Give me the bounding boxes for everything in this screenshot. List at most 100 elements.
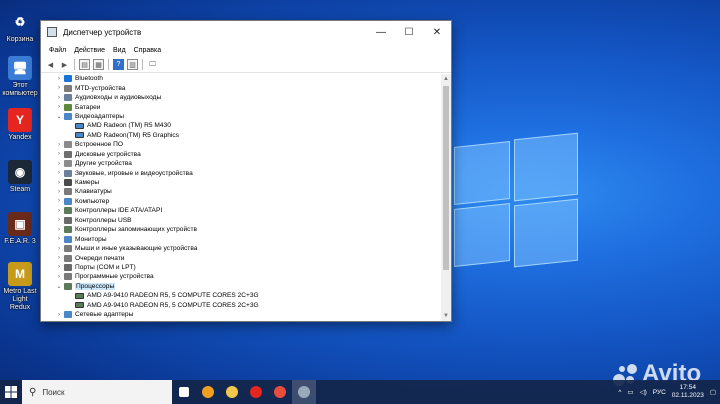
tree-category[interactable]: › Мониторы [41, 234, 443, 243]
disk-icon [64, 150, 72, 158]
search-box[interactable]: ⚲ Поиск [22, 380, 172, 404]
tree-category[interactable]: › Камеры [41, 178, 443, 187]
taskbar-app[interactable] [220, 380, 244, 404]
network-icon[interactable]: ▭ [627, 388, 633, 396]
tree-category[interactable]: › Порты (COM и LPT) [41, 263, 443, 272]
expand-icon[interactable]: › [56, 255, 62, 261]
expand-icon[interactable]: › [56, 104, 62, 110]
tree-category[interactable]: › MTD-устройства [41, 83, 443, 92]
tree-category[interactable]: › Дисковые устройства [41, 150, 443, 159]
taskbar-app[interactable] [292, 380, 316, 404]
volume-icon[interactable]: ◁) [640, 388, 647, 396]
menu-action[interactable]: Действие [70, 47, 109, 54]
processor-icon [75, 302, 84, 309]
menu-help[interactable]: Справка [130, 47, 165, 54]
tree-category[interactable]: › Клавиатуры [41, 187, 443, 196]
processor-icon [64, 282, 72, 290]
expand-icon[interactable]: › [56, 189, 62, 195]
taskbar: ⚲ Поиск ^ ▭ ◁) РУС 17:54 02.11.2023 ▢ [0, 380, 720, 404]
collapse-icon[interactable]: ⌄ [56, 283, 62, 290]
tree-category[interactable]: › Контроллеры USB [41, 216, 443, 225]
expand-icon[interactable]: › [56, 180, 62, 186]
expand-icon[interactable]: › [56, 151, 62, 157]
minimize-button[interactable]: — [367, 21, 395, 43]
tree-category[interactable]: ⌄ Процессоры [41, 282, 443, 291]
tree-category[interactable]: › Другие устройства [41, 159, 443, 168]
title-bar[interactable]: Диспетчер устройств — ☐ ✕ [41, 21, 451, 43]
expand-icon[interactable]: › [56, 217, 62, 223]
expand-icon[interactable]: › [56, 227, 62, 233]
taskbar-app[interactable] [244, 380, 268, 404]
tree-category[interactable]: › Программные устройства [41, 272, 443, 281]
expand-icon[interactable]: › [56, 274, 62, 280]
desktop-icon-1[interactable]: ♻ Корзина [2, 10, 38, 44]
other-devices-icon [64, 160, 72, 168]
expand-icon[interactable]: › [56, 142, 62, 148]
expand-icon[interactable]: › [56, 85, 62, 91]
menu-file[interactable]: Файл [45, 47, 70, 54]
scan-hardware-icon[interactable]: 🖵 [147, 59, 158, 70]
expand-icon[interactable]: › [56, 208, 62, 214]
tree-category[interactable]: › Аудиовходы и аудиовыходы [41, 93, 443, 102]
back-icon[interactable]: ◀ [45, 59, 56, 70]
scroll-up-icon[interactable]: ▲ [441, 74, 451, 84]
tree-category[interactable]: › Батареи [41, 102, 443, 111]
tree-device[interactable]: AMD A9-9410 RADEON R5, 5 COMPUTE CORES 2… [41, 291, 443, 300]
tray-chevron-icon[interactable]: ^ [618, 389, 621, 396]
scroll-thumb[interactable] [443, 86, 449, 270]
desktop-icon-5[interactable]: ▣ F.E.A.R. 3 [2, 212, 38, 246]
expand-icon[interactable]: › [56, 246, 62, 252]
collapse-icon[interactable]: ⌄ [56, 113, 62, 120]
expand-icon[interactable]: › [56, 76, 62, 82]
show-hide-tree-icon[interactable]: ▤ [79, 59, 90, 70]
notifications-icon[interactable]: ▢ [710, 388, 716, 396]
expand-icon[interactable]: › [56, 312, 62, 318]
scroll-down-icon[interactable]: ▼ [441, 311, 451, 321]
file-explorer-icon [226, 386, 238, 398]
maximize-button[interactable]: ☐ [395, 21, 423, 43]
desktop-icon-3[interactable]: Y Yandex [2, 108, 38, 142]
tree-category[interactable]: › Звуковые, игровые и видеоустройства [41, 168, 443, 177]
tree-category[interactable]: › Сетевые адаптеры [41, 310, 443, 319]
menu-view[interactable]: Вид [109, 47, 130, 54]
tree-category[interactable]: › Bluetooth [41, 74, 443, 83]
expand-icon[interactable]: › [56, 264, 62, 270]
tree-device[interactable]: AMD Radeon (TM) R5 M430 [41, 121, 443, 130]
taskbar-app[interactable] [196, 380, 220, 404]
tree-category[interactable]: › Компьютер [41, 197, 443, 206]
window-title: Диспетчер устройств [63, 27, 142, 37]
properties-icon[interactable]: ▦ [93, 59, 104, 70]
tree-category[interactable]: › Мыши и иные указывающие устройства [41, 244, 443, 253]
taskbar-app[interactable] [172, 380, 196, 404]
clock[interactable]: 17:54 02.11.2023 [672, 384, 704, 400]
tree-category-label: Камеры [75, 179, 100, 187]
device-manager-window[interactable]: Диспетчер устройств — ☐ ✕ Файл Действие … [40, 20, 452, 322]
tree-device[interactable]: AMD Radeon(TM) R5 Graphics [41, 131, 443, 140]
tree-category[interactable]: ⌄ Видеоадаптеры [41, 112, 443, 121]
tree-category[interactable]: › Очереди печати [41, 253, 443, 262]
expand-icon[interactable]: › [56, 95, 62, 101]
language-indicator[interactable]: РУС [653, 389, 666, 396]
desktop-icon-4[interactable]: ◉ Steam [2, 160, 38, 194]
forward-icon[interactable]: ▶ [59, 59, 70, 70]
metro-game-icon: M [8, 262, 32, 286]
tree-category[interactable]: › Встроенное ПО [41, 140, 443, 149]
tree-device-label: AMD A9-9410 RADEON R5, 5 COMPUTE CORES 2… [87, 301, 259, 309]
expand-icon[interactable]: › [56, 170, 62, 176]
expand-icon[interactable]: › [56, 198, 62, 204]
help-icon[interactable]: ? [113, 59, 124, 70]
display-adapter-icon [75, 132, 84, 139]
expand-icon[interactable]: › [56, 236, 62, 242]
desktop-icon-6[interactable]: M Metro Last Light Redux [2, 262, 38, 312]
expand-icon[interactable]: › [56, 161, 62, 167]
close-button[interactable]: ✕ [423, 21, 451, 43]
start-button[interactable] [0, 380, 22, 404]
taskbar-app[interactable] [268, 380, 292, 404]
tree-category[interactable]: › Контроллеры IDE ATA/ATAPI [41, 206, 443, 215]
vertical-scrollbar[interactable]: ▲ ▼ [441, 74, 451, 321]
view-icon[interactable]: ▥ [127, 59, 138, 70]
device-tree[interactable]: › Bluetooth › MTD-устройства › Аудиовходы и а… [41, 74, 443, 321]
desktop-icon-2[interactable]: 🖥 Этот компьютер [2, 56, 38, 98]
tree-device[interactable]: AMD A9-9410 RADEON R5, 5 COMPUTE CORES 2… [41, 301, 443, 310]
tree-category[interactable]: › Контроллеры запоминающих устройств [41, 225, 443, 234]
